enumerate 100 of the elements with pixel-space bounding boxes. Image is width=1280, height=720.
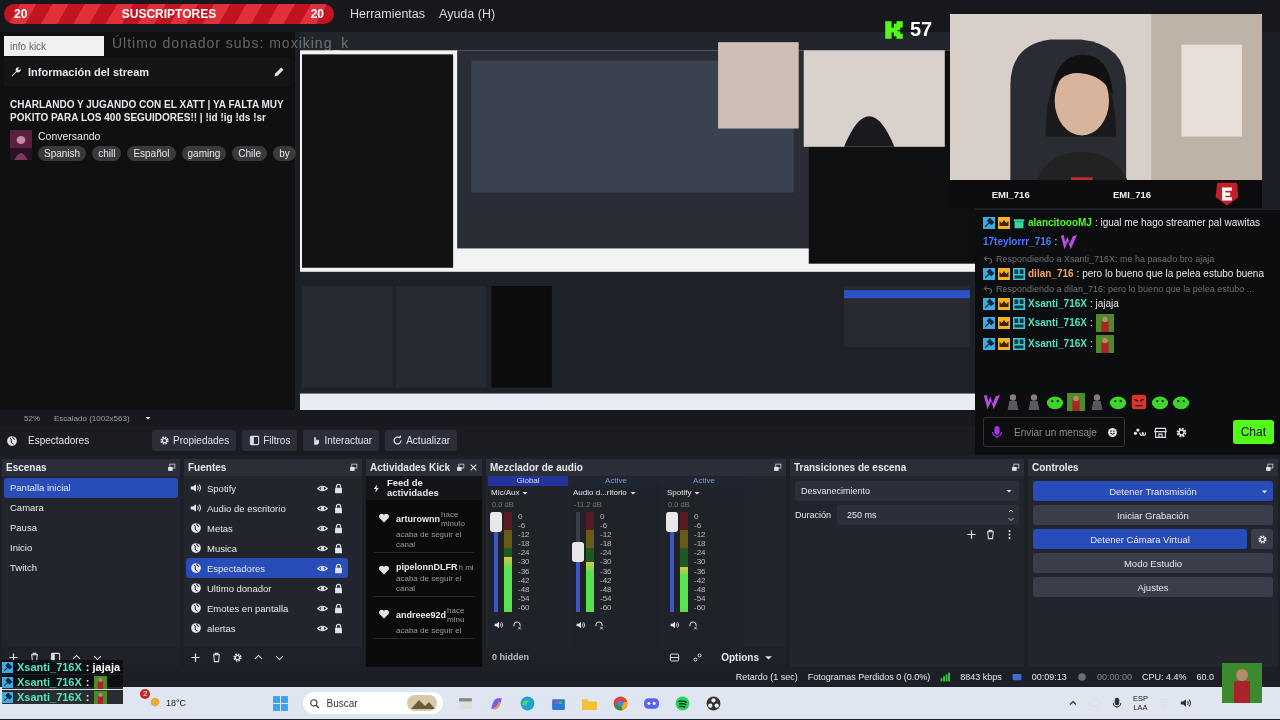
message-text: : (1089, 316, 1093, 330)
filter-icon (50, 651, 61, 663)
store-icon (1154, 425, 1167, 439)
hammer-badge-icon (983, 317, 995, 329)
scale-label: -60 (518, 602, 530, 612)
username[interactable]: Xsanti_716X (1028, 297, 1087, 311)
chat-button[interactable]: Chat (1232, 420, 1274, 444)
scale-label: -60 (694, 602, 706, 612)
channel-name[interactable]: Spotify (667, 488, 692, 497)
username[interactable]: Xsanti_716X (1028, 316, 1087, 330)
dropped-frames: Fotogramas Perdidos 0 (0.0%) (807, 672, 931, 682)
message-text: : jajaja (85, 661, 121, 673)
start-icon[interactable] (272, 694, 290, 712)
bitrate-text: 8843 kbps (960, 672, 1002, 682)
browser-icon[interactable] (519, 694, 537, 712)
transition-dropdown[interactable]: Desvanecimiento (795, 481, 1019, 501)
scene-item[interactable]: Pantalla inicial (4, 478, 178, 498)
scale-label: -18 (600, 539, 612, 549)
tag[interactable]: gaming (181, 146, 227, 161)
channel-name[interactable]: Audio d...ritorio (573, 488, 627, 497)
undock-icon (1011, 463, 1020, 472)
tag[interactable]: Español (127, 146, 176, 161)
activity-text: acaba de seguir el canal (396, 530, 463, 550)
menu-item[interactable]: Ayuda (H) (439, 5, 496, 23)
reply-text: Respondiendo a dilan_716: pero lo bueno que la pelea estubo ... (996, 284, 1255, 294)
scale-label: 0 (694, 512, 700, 521)
source-name: Espectadores (28, 435, 90, 446)
undock-icon (167, 463, 176, 472)
source-label: Spotify (207, 482, 238, 494)
og-badge-icon (1013, 268, 1025, 280)
subscriber-goal: 20 (310, 7, 324, 21)
fader-handle[interactable] (572, 542, 584, 563)
hammer-badge-icon (983, 338, 995, 350)
fps-text: 60.0 (1196, 672, 1214, 682)
message-field[interactable]: Enviar un mensaje (983, 417, 1125, 447)
message-text: : (1054, 235, 1058, 249)
angry-emote-icon (1130, 393, 1148, 411)
undock-icon (1265, 463, 1274, 472)
source-item[interactable]: Ultimo donador (186, 578, 348, 598)
scene-item[interactable]: Pausa (4, 518, 178, 538)
browser-icon[interactable] (612, 694, 630, 712)
source-item[interactable]: Metas (186, 518, 348, 538)
username[interactable]: 17teylorrr_716 (983, 235, 1052, 249)
source-item[interactable]: Espectadores (186, 558, 348, 578)
follower-name: arturownn (396, 514, 440, 524)
tag[interactable]: by (273, 146, 296, 161)
source-item[interactable]: alertas (186, 618, 348, 638)
toolbar-button[interactable]: Interactuar (303, 430, 380, 451)
fader-handle[interactable] (666, 512, 678, 532)
gear-icon (232, 651, 243, 663)
toolbar-button[interactable]: Propiedades (152, 430, 237, 451)
hammer-badge-icon (983, 268, 995, 280)
source-item[interactable]: Audio de escritorio (186, 498, 348, 518)
duration-field[interactable]: 250 ms (837, 505, 1019, 525)
options-button[interactable]: Options (715, 650, 780, 664)
tag[interactable]: Chile (232, 146, 268, 161)
menu-item[interactable]: Herramientas (350, 5, 426, 23)
scale-label: -6 (518, 521, 527, 531)
crown-badge-icon (998, 217, 1010, 229)
scene-item[interactable]: Inicio (4, 538, 178, 558)
toolbar-button[interactable]: Actualizar (385, 430, 458, 451)
source-item[interactable]: Musica (186, 538, 348, 558)
search-field[interactable]: Buscar (303, 692, 444, 714)
mic-icon (1111, 697, 1123, 709)
scale-label: -12 (600, 530, 612, 540)
refresh-icon (392, 435, 404, 446)
music-icon[interactable] (674, 694, 692, 712)
settings-button[interactable] (1251, 529, 1273, 549)
control-button[interactable]: Modo Estudio (1033, 553, 1273, 573)
url-field[interactable]: info kick (4, 36, 104, 56)
stream-title: CHARLANDO Y JUGANDO CON EL XATT | YA FALTA MUY POKITO PARA LOS 400 SEGUIDORES!! | !id !ig !ds !sr (9, 98, 285, 125)
crown-badge-icon (998, 268, 1010, 280)
record-time: 00:00:00 (1096, 672, 1132, 682)
record-icon[interactable] (705, 694, 723, 712)
source-item[interactable]: Spotify (186, 478, 348, 498)
scene-item[interactable]: Twitch (4, 558, 178, 578)
username[interactable]: dilan_716 (1028, 267, 1074, 281)
reply-text: Respondiendo a Xsanti_716X: me ha pasado bro ajaja (996, 254, 1215, 264)
stream-time: 00:09:13 (1031, 672, 1067, 682)
scale-label: -30 (518, 557, 530, 567)
scale-label: -12 (518, 530, 530, 540)
hammer-badge-icon (983, 217, 995, 229)
fader-handle[interactable] (490, 512, 502, 532)
username[interactable]: alancitoooMJ (1028, 216, 1092, 230)
source-item[interactable]: Emotes en pantalla (186, 598, 348, 618)
globe-icon (190, 622, 202, 634)
control-button[interactable]: Detener Transmisión (1033, 481, 1273, 501)
control-button[interactable]: Iniciar Grabación (1033, 505, 1273, 525)
channel-name[interactable]: Mic/Aux (491, 488, 520, 497)
delay-text: Retardo (1 sec) (735, 672, 798, 682)
dock-title: Transiciones de escena (794, 462, 908, 473)
control-button[interactable]: Ajustes (1033, 577, 1273, 597)
reply-icon (983, 254, 993, 264)
control-button[interactable]: Detener Cámara Virtual (1033, 529, 1247, 549)
toolbar-button[interactable]: Filtros (242, 430, 298, 451)
scene-item[interactable]: Camara (4, 498, 178, 518)
username[interactable]: Xsanti_716X (1028, 337, 1087, 351)
temperature: 18°C (166, 698, 187, 708)
tag[interactable]: Spanish (38, 146, 87, 161)
tag[interactable]: chill (92, 146, 122, 161)
